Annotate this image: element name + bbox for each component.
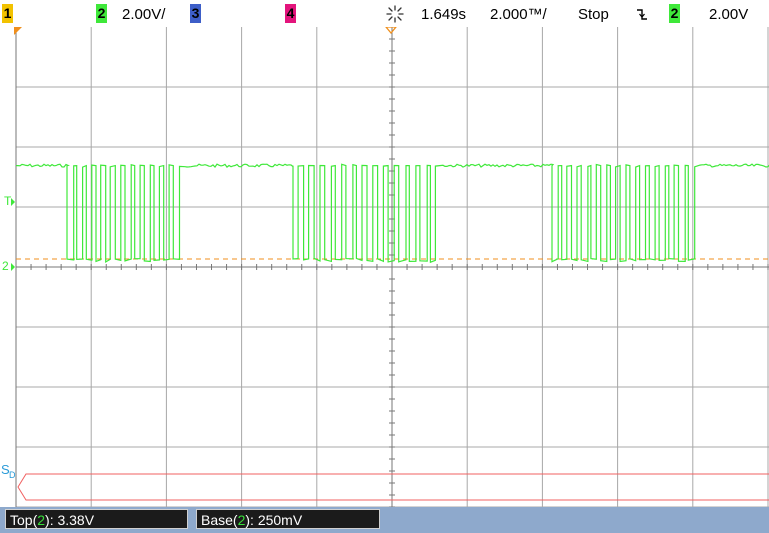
measurement-base-value: ): 250mV xyxy=(245,512,303,528)
trigger-level-arrow-icon xyxy=(11,198,15,206)
measurement-top-channel: 2 xyxy=(37,512,46,528)
trigger-burst-icon xyxy=(386,5,404,23)
left-edge-marker xyxy=(14,27,22,35)
serial-bus-sublabel: D xyxy=(9,470,16,480)
ch2-ground-label: 2 xyxy=(2,259,9,273)
run-state[interactable]: Stop xyxy=(578,5,609,24)
time-scale[interactable]: 2.000™/ xyxy=(490,5,547,24)
ch2-scale[interactable]: 2.00V/ xyxy=(122,5,165,24)
falling-edge-icon xyxy=(637,9,647,20)
time-position[interactable]: 1.649s xyxy=(421,5,466,24)
ch1-indicator[interactable]: 1 xyxy=(2,4,13,23)
ch2-ground-arrow-icon xyxy=(11,263,15,271)
status-bar: 1 2 2.00V/ 3 4 1.649s 2.000™/ Stop 2 2.0… xyxy=(0,0,769,27)
center-axes xyxy=(15,27,769,508)
measurement-top-prefix: Top( xyxy=(10,512,38,528)
measurement-top[interactable]: Top(2): 3.38V xyxy=(5,509,188,529)
ch2-indicator[interactable]: 2 xyxy=(96,4,107,23)
trigger-source-indicator[interactable]: 2 xyxy=(669,4,680,23)
trigger-level-label: T xyxy=(4,194,12,208)
measurement-top-value: ): 3.38V xyxy=(45,512,95,528)
trigger-level[interactable]: 2.00V xyxy=(709,5,748,24)
measurement-base-prefix: Base( xyxy=(201,512,238,528)
measurement-bar: Top(2): 3.38V Base(2): 250mV xyxy=(0,507,769,533)
trigger-position-marker xyxy=(385,27,397,35)
serial-decode-trace xyxy=(17,473,769,501)
waveform-display[interactable]: T 2 S D xyxy=(0,27,769,508)
measurement-base[interactable]: Base(2): 250mV xyxy=(196,509,380,529)
ch4-indicator[interactable]: 4 xyxy=(285,4,296,23)
ch3-indicator[interactable]: 3 xyxy=(190,4,201,23)
